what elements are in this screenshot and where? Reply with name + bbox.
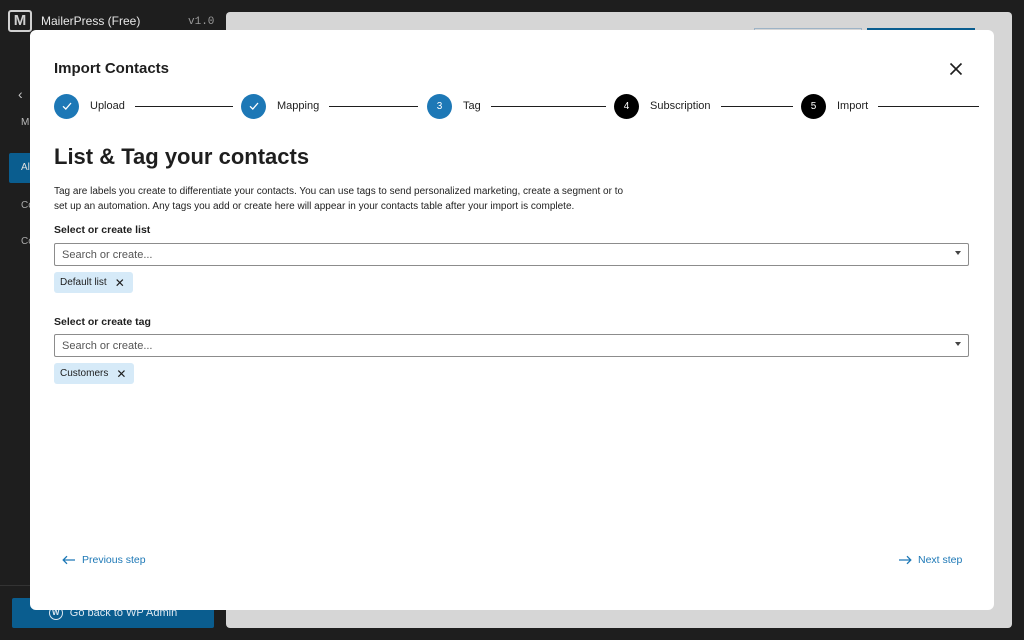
step-label: Upload <box>90 100 125 112</box>
previous-step-label: Previous step <box>82 554 146 566</box>
list-field-label: Select or create list <box>54 224 151 236</box>
step-circle: 5 <box>801 93 826 119</box>
previous-step-button[interactable]: Previous step <box>62 554 146 566</box>
close-icon <box>949 62 963 76</box>
step-connector <box>878 105 980 107</box>
check-icon <box>62 102 71 110</box>
arrow-left-icon <box>62 555 75 565</box>
chip-label: Default list <box>60 277 107 288</box>
step-label: Subscription <box>650 100 711 112</box>
tag-field-label: Select or create tag <box>54 316 151 328</box>
sidebar-section-label: M <box>21 117 30 128</box>
step-connector <box>490 105 606 107</box>
import-stepper: Upload Mapping 3 Tag 4 Subscription 5 Im… <box>54 93 980 119</box>
step-label: Import <box>837 100 869 112</box>
step-circle: 4 <box>614 93 639 119</box>
check-icon <box>249 102 258 110</box>
chevron-down-icon[interactable] <box>955 251 961 255</box>
step-connector <box>329 105 419 107</box>
brand: M MailerPress (Free) <box>8 10 140 32</box>
step-upload[interactable]: Upload <box>54 93 233 119</box>
modal-title: Import Contacts <box>54 60 170 77</box>
step-import[interactable]: 5 Import <box>801 93 980 119</box>
app-name: MailerPress (Free) <box>41 14 141 28</box>
step-circle: 3 <box>427 93 452 119</box>
chevron-down-icon[interactable] <box>955 342 961 346</box>
list-chip: Default list ✕ <box>54 272 133 293</box>
remove-chip-icon[interactable]: ✕ <box>116 368 126 380</box>
step-circle <box>241 93 266 119</box>
remove-chip-icon[interactable]: ✕ <box>115 277 125 289</box>
step-mapping[interactable]: Mapping <box>241 93 419 119</box>
mailerpress-logo-icon: M <box>8 10 32 32</box>
import-contacts-modal: Import Contacts Upload Mapping 3 Tag 4 S… <box>30 30 994 610</box>
list-select[interactable] <box>54 243 969 266</box>
next-step-label: Next step <box>918 554 963 566</box>
arrow-right-icon <box>899 555 912 565</box>
tag-select[interactable] <box>54 334 969 357</box>
chip-label: Customers <box>60 368 109 379</box>
step-label: Tag <box>463 100 481 112</box>
next-step-button[interactable]: Next step <box>898 554 962 566</box>
section-description: Tag are labels you create to differentia… <box>54 186 624 212</box>
step-circle <box>54 93 79 119</box>
app-version: v1.0 <box>188 16 215 28</box>
step-connector <box>134 105 233 107</box>
section-heading: List & Tag your contacts <box>54 144 310 169</box>
step-tag[interactable]: 3 Tag <box>427 93 606 119</box>
step-subscription[interactable]: 4 Subscription <box>614 93 793 119</box>
list-search-input[interactable] <box>55 244 935 265</box>
tag-chip: Customers ✕ <box>54 363 135 384</box>
step-label: Mapping <box>277 100 320 112</box>
chevron-left-icon[interactable]: ‹ <box>18 86 23 102</box>
tag-search-input[interactable] <box>55 335 935 356</box>
step-connector <box>720 105 793 107</box>
close-button[interactable] <box>944 57 968 81</box>
